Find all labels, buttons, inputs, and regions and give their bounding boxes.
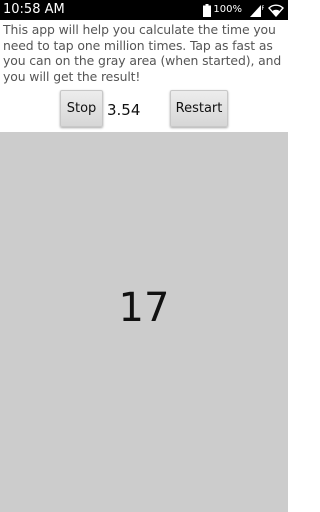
battery-icon	[203, 3, 212, 17]
restart-button[interactable]: Restart	[170, 90, 228, 127]
control-panel: This app will help you calculate the tim…	[0, 20, 288, 132]
status-icons: 100% R	[203, 2, 284, 18]
tap-counter: 17	[118, 285, 170, 331]
svg-text:R: R	[262, 5, 265, 12]
elapsed-time: 3.54	[107, 101, 141, 119]
status-time: 10:58 AM	[3, 2, 65, 17]
status-bar: 10:58 AM 100% R	[0, 0, 288, 20]
instructions-text: This app will help you calculate the tim…	[3, 22, 282, 84]
wifi-icon	[268, 3, 284, 17]
tap-area[interactable]: 17	[0, 132, 288, 512]
signal-icon: R	[250, 4, 264, 17]
battery-percent: 100%	[213, 4, 242, 15]
stop-button[interactable]: Stop	[60, 90, 103, 127]
